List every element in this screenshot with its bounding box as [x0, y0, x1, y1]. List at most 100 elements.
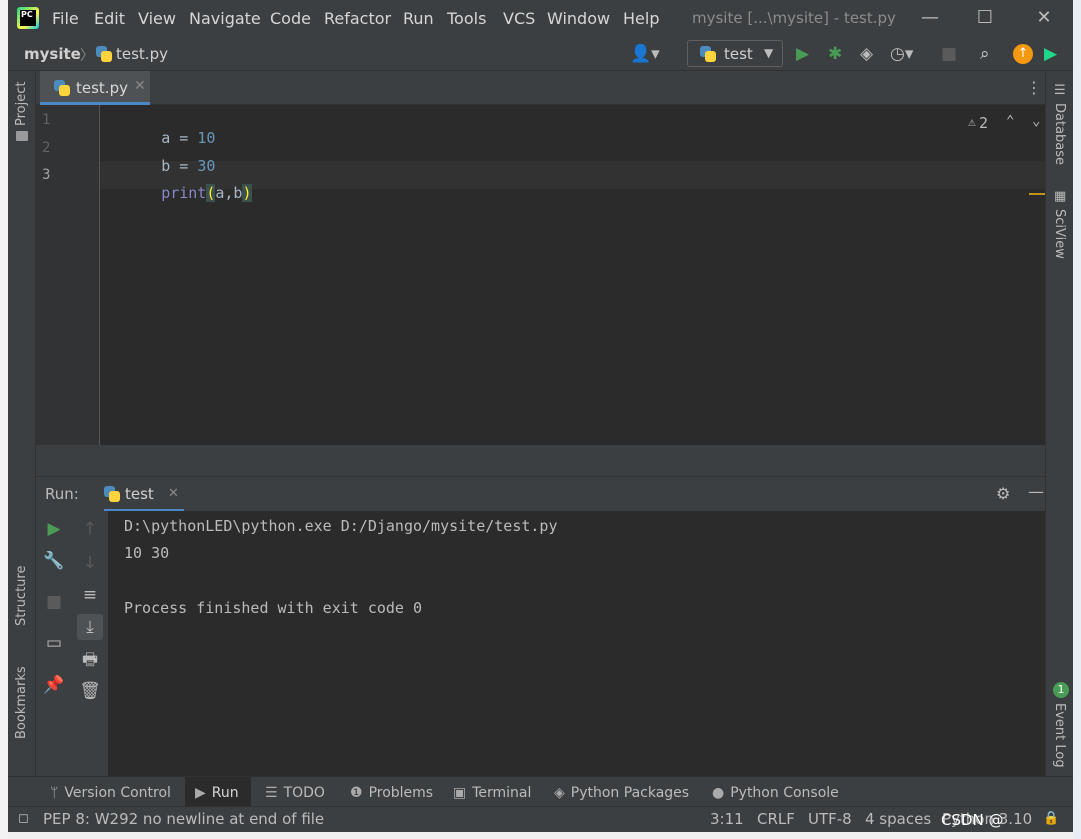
menu-code[interactable]: Code — [270, 9, 311, 28]
gear-icon[interactable]: ⚙ — [996, 484, 1010, 503]
sciview-tool-tab[interactable]: SciView — [1052, 209, 1067, 259]
previous-highlight-icon[interactable]: ⌃ — [1006, 113, 1014, 129]
line-separator[interactable]: CRLF — [757, 810, 795, 828]
layout-icon[interactable]: ▭ — [43, 632, 65, 654]
watermark: CSDN @ — [941, 811, 1004, 829]
menu-help[interactable]: Help — [623, 9, 659, 28]
python-file-icon — [96, 46, 112, 62]
chevron-down-icon: ▼ — [764, 46, 774, 60]
structure-tool-tab[interactable]: Structure — [14, 566, 29, 626]
menu-file[interactable]: File — [52, 9, 79, 28]
menu-navigate[interactable]: Navigate — [189, 9, 261, 28]
breadcrumb-project[interactable]: mysite — [24, 45, 81, 63]
tool-tab-problems[interactable]: ❶ Problems — [350, 777, 433, 807]
rerun-icon[interactable]: ▶ — [43, 518, 65, 540]
tool-tab-python-packages[interactable]: ◈ Python Packages — [554, 777, 689, 807]
next-highlight-icon[interactable]: ⌄ — [1032, 113, 1040, 129]
event-count-badge: 1 — [1053, 682, 1069, 698]
background-window-strip-left — [0, 0, 8, 839]
run-tab-test[interactable]: test ✕ — [104, 477, 184, 512]
caret-position[interactable]: 3:11 — [710, 810, 744, 828]
run-configuration-select[interactable]: test ▼ — [687, 40, 783, 67]
line-number: 2 — [42, 140, 51, 156]
tool-tab-todo[interactable]: ☰ TODO — [265, 777, 325, 807]
trash-icon[interactable]: 🗑 — [79, 680, 101, 702]
tool-tab-version-control[interactable]: ᛘ Version Control — [50, 777, 171, 807]
lock-icon[interactable]: 🔒 — [1043, 811, 1059, 826]
maximize-window-button[interactable]: ☐ — [973, 6, 997, 30]
menu-refactor[interactable]: Refactor — [324, 9, 391, 28]
event-log-tool-tab[interactable]: Event Log — [1052, 703, 1067, 768]
search-icon[interactable]: ⌕ — [980, 45, 990, 63]
print-icon[interactable]: 🖶 — [79, 649, 101, 671]
menu-window[interactable]: Window — [547, 9, 610, 28]
code-editor[interactable]: a = 10 b = 30 print(a,b) ⚠ 2 ⌃ ⌄ — [100, 105, 1045, 445]
bottom-tool-window-bar: ᛘ Version Control ▶ Run ☰ TODO ❶ Problems ▣ T… — [8, 776, 1073, 807]
soft-wrap-icon[interactable]: ≡ — [79, 584, 101, 606]
close-icon[interactable]: ✕ — [168, 486, 179, 501]
stop-icon[interactable]: ■ — [43, 591, 65, 613]
project-tool-tab[interactable]: Project — [14, 82, 29, 126]
line-number: 3 — [42, 167, 51, 183]
run-icon[interactable]: ▶ — [796, 45, 809, 63]
warning-icon[interactable]: ⚠ — [968, 115, 976, 130]
arrow-down-icon[interactable]: ↓ — [79, 552, 101, 574]
database-tool-tab[interactable]: Database — [1052, 103, 1067, 165]
run-tab-label: test — [125, 485, 154, 503]
wrench-icon[interactable]: 🔧 — [43, 550, 65, 572]
run-console-output[interactable]: D:\pythonLED\python.exe D:/Django/mysite… — [108, 511, 1045, 776]
minimize-window-button[interactable]: — — [918, 6, 942, 30]
tab-label: test.py — [76, 79, 128, 97]
breadcrumb-file[interactable]: test.py — [116, 45, 168, 63]
close-window-button[interactable]: ✕ — [1032, 6, 1056, 30]
coverage-icon[interactable]: ◈ — [860, 45, 873, 63]
debug-icon[interactable]: ✱ — [828, 45, 842, 63]
profile-icon[interactable]: ◷▾ — [890, 45, 913, 63]
close-icon[interactable]: ✕ — [134, 78, 146, 94]
pycharm-window: PC File Edit View Navigate Code Refactor… — [8, 0, 1073, 839]
title-bar: PC File Edit View Navigate Code Refactor… — [8, 0, 1073, 37]
more-options-icon[interactable]: ⋮ — [1026, 78, 1042, 97]
run-panel-title: Run: — [45, 485, 79, 503]
database-icon: ☰ — [1054, 83, 1066, 98]
terminal-icon: ▣ — [453, 785, 467, 801]
indent-setting[interactable]: 4 spaces — [865, 810, 931, 828]
minimize-icon[interactable]: — — [1028, 482, 1044, 501]
tool-tab-run[interactable]: ▶ Run — [185, 777, 251, 807]
scroll-to-end-icon[interactable]: ⤓ — [77, 614, 103, 640]
tab-test-py[interactable]: test.py ✕ — [40, 71, 150, 105]
run-configuration-label: test — [724, 45, 753, 63]
branch-icon: ᛘ — [50, 785, 59, 801]
menu-tools[interactable]: Tools — [447, 9, 486, 28]
pin-icon[interactable]: 📌 — [43, 674, 65, 696]
line-number-gutter: 1 2 3 — [36, 105, 100, 445]
python-file-icon — [700, 46, 716, 62]
sciview-icon: ▦ — [1054, 189, 1067, 204]
code-with-me-icon[interactable]: ▶ — [1044, 45, 1057, 63]
menu-run[interactable]: Run — [403, 9, 434, 28]
right-tool-window-strip: ☰ Database ▦ SciView 1 Event Log — [1045, 71, 1073, 776]
bookmarks-tool-tab[interactable]: Bookmarks — [14, 666, 29, 739]
panel-divider — [36, 445, 1045, 476]
tool-tab-python-console[interactable]: ● Python Console — [712, 777, 839, 807]
user-icon[interactable]: 👤▾ — [630, 45, 660, 63]
arrow-up-icon[interactable]: ↑ — [79, 518, 101, 540]
menu-vcs[interactable]: VCS — [503, 9, 535, 28]
menu-edit[interactable]: Edit — [94, 9, 125, 28]
run-icon: ▶ — [195, 785, 206, 801]
layout-toggle-icon[interactable]: ◻ — [18, 811, 29, 826]
warning-stripe-marker[interactable] — [1029, 193, 1045, 195]
stop-icon[interactable]: ■ — [941, 45, 957, 63]
file-encoding[interactable]: UTF-8 — [808, 810, 852, 828]
window-bottom-edge — [8, 832, 1073, 839]
background-window-strip-right — [1073, 0, 1081, 839]
breadcrumb-separator: 〉 — [80, 48, 94, 64]
line-number: 1 — [42, 112, 51, 128]
update-icon[interactable]: ↑ — [1013, 44, 1033, 64]
console-line: D:\pythonLED\python.exe D:/Django/mysite… — [124, 517, 558, 535]
console-line: Process finished with exit code 0 — [124, 599, 423, 617]
python-file-icon — [54, 80, 70, 96]
tool-tab-terminal[interactable]: ▣ Terminal — [453, 777, 531, 807]
menu-view[interactable]: View — [138, 9, 176, 28]
status-message[interactable]: PEP 8: W292 no newline at end of file — [43, 810, 324, 828]
